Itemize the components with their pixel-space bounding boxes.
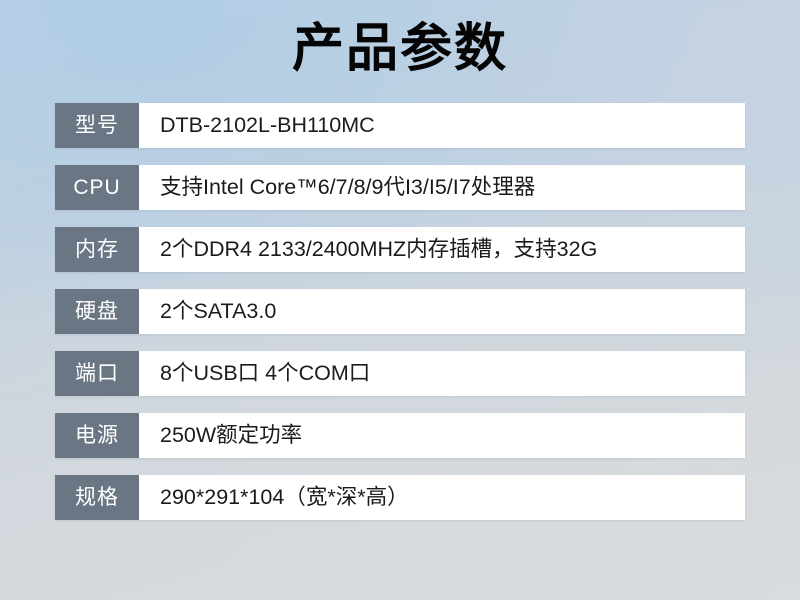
spec-label-dimensions: 规格 bbox=[55, 475, 139, 520]
spec-row-dimensions: 规格 290*291*104（宽*深*高） bbox=[55, 475, 745, 520]
product-spec-page: 产品参数 型号 DTB-2102L-BH110MC CPU 支持Intel Co… bbox=[0, 0, 800, 600]
spec-label-power: 电源 bbox=[55, 413, 139, 458]
spec-value-dimensions: 290*291*104（宽*深*高） bbox=[139, 475, 745, 520]
spec-value-power: 250W额定功率 bbox=[139, 413, 745, 458]
spec-row-model: 型号 DTB-2102L-BH110MC bbox=[55, 103, 745, 148]
spec-label-storage: 硬盘 bbox=[55, 289, 139, 334]
spec-label-model: 型号 bbox=[55, 103, 139, 148]
spec-label-cpu: CPU bbox=[55, 165, 139, 210]
spec-value-memory: 2个DDR4 2133/2400MHZ内存插槽，支持32G bbox=[139, 227, 745, 272]
spec-row-cpu: CPU 支持Intel Core™6/7/8/9代I3/I5/I7处理器 bbox=[55, 165, 745, 210]
spec-label-memory: 内存 bbox=[55, 227, 139, 272]
spec-row-ports: 端口 8个USB口 4个COM口 bbox=[55, 351, 745, 396]
spec-value-model: DTB-2102L-BH110MC bbox=[139, 103, 745, 148]
spec-row-power: 电源 250W额定功率 bbox=[55, 413, 745, 458]
spec-row-storage: 硬盘 2个SATA3.0 bbox=[55, 289, 745, 334]
spec-table: 型号 DTB-2102L-BH110MC CPU 支持Intel Core™6/… bbox=[55, 103, 745, 520]
page-title: 产品参数 bbox=[291, 20, 508, 78]
spec-value-cpu: 支持Intel Core™6/7/8/9代I3/I5/I7处理器 bbox=[139, 165, 745, 210]
spec-label-ports: 端口 bbox=[55, 351, 139, 396]
spec-value-ports: 8个USB口 4个COM口 bbox=[139, 351, 745, 396]
title-area: 产品参数 bbox=[0, 0, 800, 98]
spec-value-storage: 2个SATA3.0 bbox=[139, 289, 745, 334]
spec-row-memory: 内存 2个DDR4 2133/2400MHZ内存插槽，支持32G bbox=[55, 227, 745, 272]
